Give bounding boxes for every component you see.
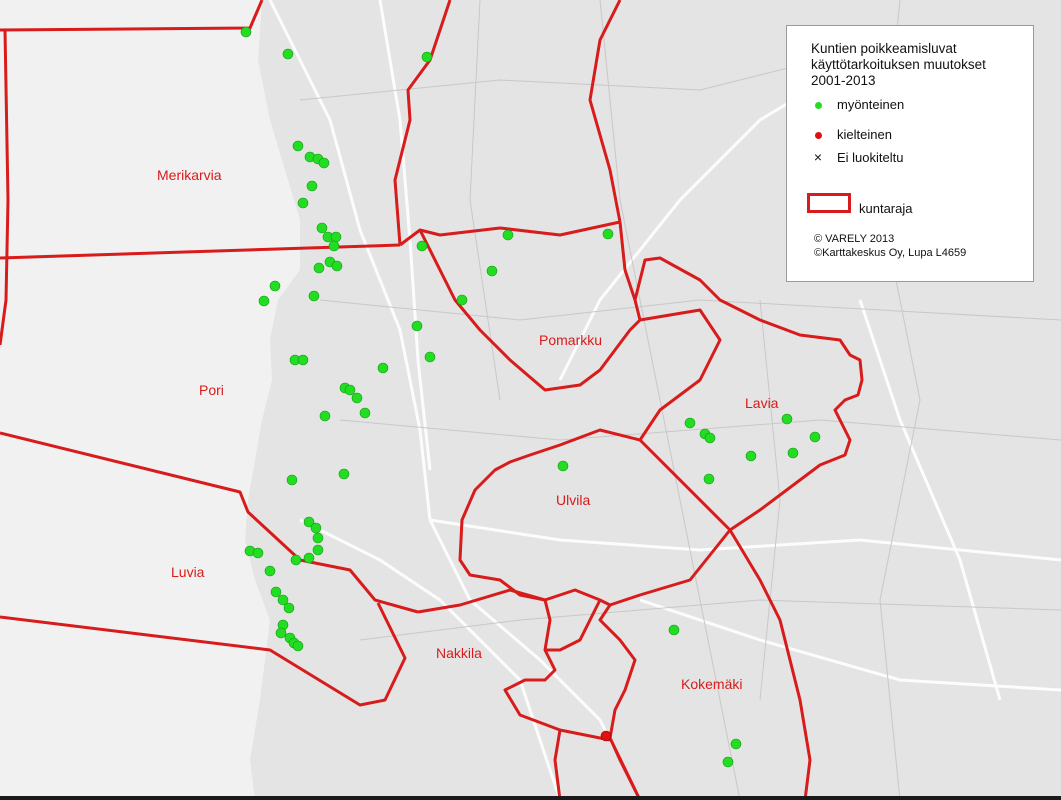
- positive-point[interactable]: [269, 280, 281, 292]
- municipality-label-luvia: Luvia: [171, 564, 205, 580]
- legend-title-line: käyttötarkoituksen muutokset: [811, 57, 986, 72]
- positive-point[interactable]: [557, 460, 569, 472]
- positive-point[interactable]: [312, 544, 324, 556]
- positive-point[interactable]: [359, 407, 371, 419]
- positive-point[interactable]: [338, 468, 350, 480]
- positive-point[interactable]: [602, 228, 614, 240]
- municipality-label-merikarvia: Merikarvia: [157, 167, 222, 183]
- positive-point[interactable]: [258, 295, 270, 307]
- positive-point[interactable]: [282, 48, 294, 60]
- positive-point[interactable]: [275, 627, 287, 639]
- cross-icon: ×: [813, 149, 823, 165]
- municipality-label-lavia: Lavia: [745, 395, 779, 411]
- positive-point[interactable]: [781, 413, 793, 425]
- positive-point[interactable]: [722, 756, 734, 768]
- positive-point[interactable]: [331, 260, 343, 272]
- positive-point[interactable]: [240, 26, 252, 38]
- negative-point[interactable]: [600, 730, 612, 742]
- positive-point[interactable]: [318, 157, 330, 169]
- positive-point[interactable]: [424, 351, 436, 363]
- credit-line: © VARELY 2013: [814, 233, 895, 245]
- positive-point[interactable]: [292, 140, 304, 152]
- legend-boundary-label: kuntaraja: [859, 201, 913, 216]
- positive-point[interactable]: [684, 417, 696, 429]
- positive-point[interactable]: [456, 294, 468, 306]
- positive-point[interactable]: [252, 547, 264, 559]
- positive-point[interactable]: [328, 240, 340, 252]
- positive-point[interactable]: [330, 231, 342, 243]
- green-dot-icon: [814, 102, 822, 110]
- legend-item-positive: myönteinen: [811, 97, 904, 112]
- positive-point[interactable]: [502, 229, 514, 241]
- municipality-label-kokemaki: Kokemäki: [681, 676, 743, 692]
- municipality-label-ulvila: Ulvila: [556, 492, 591, 508]
- red-dot-icon: [814, 132, 822, 140]
- positive-point[interactable]: [351, 392, 363, 404]
- legend-item-label: kielteinen: [837, 127, 892, 142]
- positive-point[interactable]: [668, 624, 680, 636]
- positive-point[interactable]: [704, 432, 716, 444]
- positive-point[interactable]: [303, 552, 315, 564]
- positive-point[interactable]: [787, 447, 799, 459]
- positive-point[interactable]: [313, 262, 325, 274]
- boundary-box-icon: [807, 193, 851, 213]
- positive-point[interactable]: [270, 586, 282, 598]
- positive-point[interactable]: [411, 320, 423, 332]
- positive-point[interactable]: [377, 362, 389, 374]
- positive-point[interactable]: [297, 197, 309, 209]
- municipality-label-pomarkku: Pomarkku: [539, 332, 603, 348]
- positive-point[interactable]: [316, 222, 328, 234]
- municipality-label-pori: Pori: [199, 382, 224, 398]
- positive-point[interactable]: [745, 450, 757, 462]
- positive-point[interactable]: [703, 473, 715, 485]
- positive-point[interactable]: [486, 265, 498, 277]
- sea-area: [0, 0, 300, 800]
- positive-point[interactable]: [290, 554, 302, 566]
- legend-item-unclassified: × Ei luokiteltu: [811, 149, 904, 165]
- positive-point[interactable]: [308, 290, 320, 302]
- positive-point[interactable]: [286, 474, 298, 486]
- positive-point[interactable]: [264, 565, 276, 577]
- positive-point[interactable]: [297, 354, 309, 366]
- legend-item-label: Ei luokiteltu: [837, 150, 904, 165]
- positive-point[interactable]: [344, 384, 356, 396]
- positive-point[interactable]: [312, 532, 324, 544]
- positive-point[interactable]: [809, 431, 821, 443]
- legend-title-line: 2001-2013: [811, 73, 876, 88]
- negative-decision-points: [600, 730, 612, 742]
- positive-point[interactable]: [319, 410, 331, 422]
- positive-point[interactable]: [292, 640, 304, 652]
- positive-point[interactable]: [421, 51, 433, 63]
- legend-item-negative: kielteinen: [811, 127, 892, 142]
- bottom-frame-border: [0, 796, 1061, 800]
- positive-point[interactable]: [310, 522, 322, 534]
- positive-point[interactable]: [730, 738, 742, 750]
- municipality-label-nakkila: Nakkila: [436, 645, 482, 661]
- credit-line: ©Karttakeskus Oy, Lupa L4659: [814, 247, 967, 259]
- legend-item-label: myönteinen: [837, 97, 905, 112]
- positive-point[interactable]: [283, 602, 295, 614]
- legend-title-line: Kuntien poikkeamisluvat: [811, 41, 957, 56]
- map-legend: Kuntien poikkeamisluvat käyttötarkoituks…: [786, 25, 1034, 282]
- positive-point[interactable]: [416, 240, 428, 252]
- legend-title: Kuntien poikkeamisluvat käyttötarkoituks…: [811, 41, 1031, 89]
- positive-point[interactable]: [306, 180, 318, 192]
